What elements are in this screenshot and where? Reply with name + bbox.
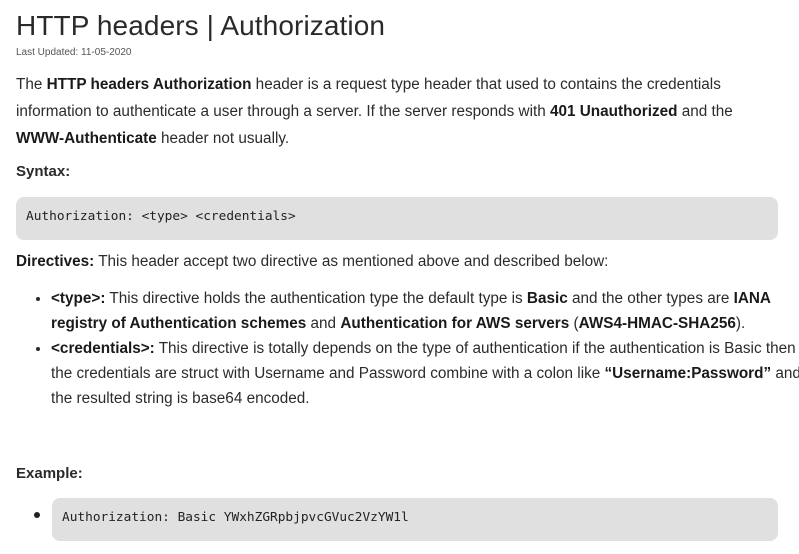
directive-bold: Basic (526, 290, 568, 307)
last-updated: Last Updated: 11-05-2020 (16, 47, 132, 58)
directive-text: ). (735, 315, 746, 332)
page-title: HTTP headers | Authorization (16, 10, 386, 41)
directives-heading: Directives: (16, 253, 95, 270)
bullet-icon (34, 512, 40, 518)
example-code-block: Authorization: Basic YWxhZGRpbjpvcGVuc2V… (52, 498, 778, 541)
directive-name: <type>: (51, 290, 106, 307)
directives-text: This header accept two directive as ment… (94, 253, 609, 270)
example-heading: Example: (16, 465, 83, 482)
syntax-code-block: Authorization: <type> <credentials> (16, 197, 778, 240)
intro-bold-header: WWW-Authenticate (16, 130, 157, 147)
intro-text: The (16, 76, 47, 93)
intro-bold-status: 401 Unauthorized (549, 103, 678, 120)
intro-bold-term: HTTP headers Authorization (46, 76, 252, 93)
directive-bold: “Username:Password” (604, 365, 772, 382)
intro-text: and the (677, 103, 733, 120)
directives-list: <type>: This directive holds the authent… (16, 286, 799, 411)
list-item-type: <type>: This directive holds the authent… (51, 286, 799, 336)
directive-text: and (306, 315, 341, 332)
directive-text: ( (569, 315, 579, 332)
intro-text: header not usually. (156, 130, 290, 147)
list-item-credentials: <credentials>: This directive is totally… (51, 336, 799, 411)
directive-bold: Authentication for AWS servers (340, 315, 570, 332)
directives-paragraph: Directives: This header accept two direc… (16, 253, 608, 271)
syntax-heading: Syntax: (16, 163, 71, 180)
directive-name: <credentials>: (51, 340, 155, 357)
intro-paragraph: The HTTP headers Authorization header is… (16, 71, 778, 152)
directive-text: and the other types are (567, 290, 734, 307)
directive-bold: AWS4-HMAC-SHA256 (578, 315, 736, 332)
directive-text: This directive holds the authentication … (105, 290, 527, 307)
